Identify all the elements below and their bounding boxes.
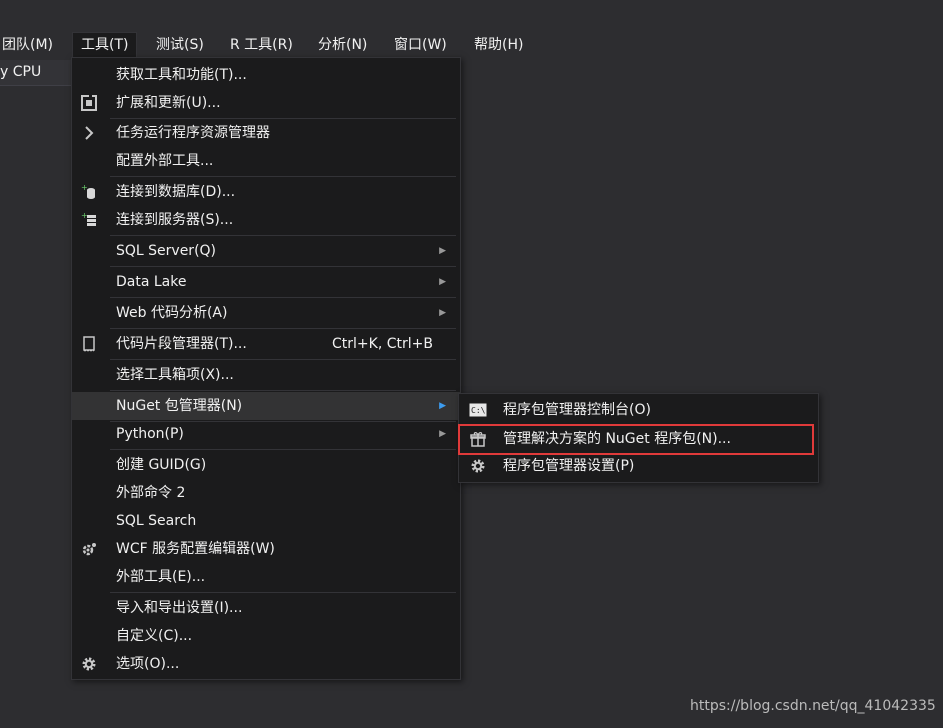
server-connect-icon: +: [80, 211, 98, 229]
menu-item-label: SQL Server(Q): [116, 243, 217, 259]
highlight-annotation-box: [458, 424, 814, 455]
watermark: https://blog.csdn.net/qq_41042335: [690, 698, 936, 714]
menu-separator: [110, 328, 456, 329]
submenu-arrow-icon: ▶: [439, 401, 446, 411]
menu-item-nuget[interactable]: NuGet 包管理器(N) ▶: [72, 392, 460, 420]
menu-item-task-runner[interactable]: 任务运行程序资源管理器: [72, 119, 460, 147]
menu-r-tools[interactable]: R 工具(R): [222, 32, 301, 58]
menu-window[interactable]: 窗口(W): [386, 32, 455, 58]
svg-text:C:\: C:\: [471, 406, 486, 415]
submenu-arrow-icon: ▶: [439, 308, 446, 318]
menu-item-label: 创建 GUID(G): [116, 457, 207, 473]
menu-test[interactable]: 测试(S): [148, 32, 212, 58]
database-connect-icon: +: [80, 183, 98, 201]
menu-separator: [110, 266, 456, 267]
menu-item-label: Data Lake: [116, 274, 187, 290]
menu-item-label: Python(P): [116, 426, 184, 442]
chevron-right-icon: [80, 124, 98, 142]
menu-item-python[interactable]: Python(P) ▶: [72, 420, 460, 448]
menu-item-get-tools[interactable]: 获取工具和功能(T)...: [72, 61, 460, 89]
menu-item-label: 配置外部工具...: [116, 153, 214, 169]
menu-item-snippets-manager[interactable]: 代码片段管理器(T)... Ctrl+K, Ctrl+B: [72, 330, 460, 358]
menu-item-label: 外部工具(E)...: [116, 569, 206, 585]
menu-item-label: 连接到数据库(D)...: [116, 184, 236, 200]
menu-item-external-tools-config[interactable]: 配置外部工具...: [72, 147, 460, 175]
menu-separator: [110, 449, 456, 450]
menu-item-label: NuGet 包管理器(N): [116, 398, 243, 414]
menu-item-shortcut: Ctrl+K, Ctrl+B: [332, 336, 433, 352]
menu-item-label: WCF 服务配置编辑器(W): [116, 541, 275, 557]
menu-item-connect-server[interactable]: + 连接到服务器(S)...: [72, 206, 460, 234]
menu-separator: [110, 592, 456, 593]
menu-item-web-code-analysis[interactable]: Web 代码分析(A) ▶: [72, 299, 460, 327]
menu-item-extensions[interactable]: 扩展和更新(U)...: [72, 89, 460, 117]
svg-text:+: +: [81, 184, 88, 192]
menu-item-external-tools[interactable]: 外部工具(E)...: [72, 563, 460, 591]
console-icon: C:\: [469, 401, 487, 419]
menu-separator: [110, 297, 456, 298]
menu-item-create-guid[interactable]: 创建 GUID(G): [72, 451, 460, 479]
menu-item-package-manager-console[interactable]: C:\ 程序包管理器控制台(O): [459, 396, 818, 424]
gear-icon: [80, 655, 98, 673]
menu-item-label: 扩展和更新(U)...: [116, 95, 221, 111]
gear-icon: [469, 457, 487, 475]
menu-item-label: 连接到服务器(S)...: [116, 212, 234, 228]
menu-item-data-lake[interactable]: Data Lake ▶: [72, 268, 460, 296]
menu-separator: [110, 359, 456, 360]
wcf-config-icon: [80, 540, 98, 558]
menu-item-label: SQL Search: [116, 513, 197, 529]
menu-item-label: 外部命令 2: [116, 485, 186, 501]
menu-item-options[interactable]: 选项(O)...: [72, 650, 460, 678]
menu-item-label: 选择工具箱项(X)...: [116, 367, 234, 383]
menu-item-import-export-settings[interactable]: 导入和导出设置(I)...: [72, 594, 460, 622]
menu-item-package-manager-settings[interactable]: 程序包管理器设置(P): [459, 452, 818, 480]
menu-help[interactable]: 帮助(H): [466, 32, 531, 58]
menu-item-sql-server[interactable]: SQL Server(Q) ▶: [72, 237, 460, 265]
menu-item-external-command-2[interactable]: 外部命令 2: [72, 479, 460, 507]
svg-text:+: +: [81, 212, 88, 220]
submenu-arrow-icon: ▶: [439, 429, 446, 439]
menu-bar: 团队(M) 工具(T) 测试(S) R 工具(R) 分析(N) 窗口(W) 帮助…: [0, 32, 943, 58]
menu-item-label: 任务运行程序资源管理器: [116, 125, 270, 141]
menu-team[interactable]: 团队(M): [0, 32, 61, 58]
menu-item-customize[interactable]: 自定义(C)...: [72, 622, 460, 650]
menu-item-label: 获取工具和功能(T)...: [116, 67, 247, 83]
submenu-arrow-icon: ▶: [439, 277, 446, 287]
menu-separator: [110, 235, 456, 236]
extensions-icon: [80, 94, 98, 112]
snippet-icon: [80, 335, 98, 353]
menu-item-choose-toolbox-items[interactable]: 选择工具箱项(X)...: [72, 361, 460, 389]
menu-item-label: 程序包管理器设置(P): [503, 458, 635, 474]
menu-separator: [110, 176, 456, 177]
menu-item-wcf-config-editor[interactable]: WCF 服务配置编辑器(W): [72, 535, 460, 563]
menu-separator: [110, 390, 456, 391]
menu-item-sql-search[interactable]: SQL Search: [72, 507, 460, 535]
menu-tools[interactable]: 工具(T): [72, 32, 138, 58]
submenu-arrow-icon: ▶: [439, 246, 446, 256]
menu-item-label: 导入和导出设置(I)...: [116, 600, 243, 616]
menu-analyze[interactable]: 分析(N): [310, 32, 375, 58]
menu-item-connect-database[interactable]: + 连接到数据库(D)...: [72, 178, 460, 206]
menu-item-label: 代码片段管理器(T)...: [116, 336, 247, 352]
platform-combo[interactable]: y CPU: [0, 60, 72, 86]
menu-item-label: 程序包管理器控制台(O): [503, 402, 651, 418]
tools-dropdown-menu: 获取工具和功能(T)... 扩展和更新(U)... 任务运行程序资源管理器 配置…: [71, 57, 461, 680]
menu-item-label: Web 代码分析(A): [116, 305, 228, 321]
menu-item-label: 自定义(C)...: [116, 628, 193, 644]
menu-item-label: 选项(O)...: [116, 656, 180, 672]
